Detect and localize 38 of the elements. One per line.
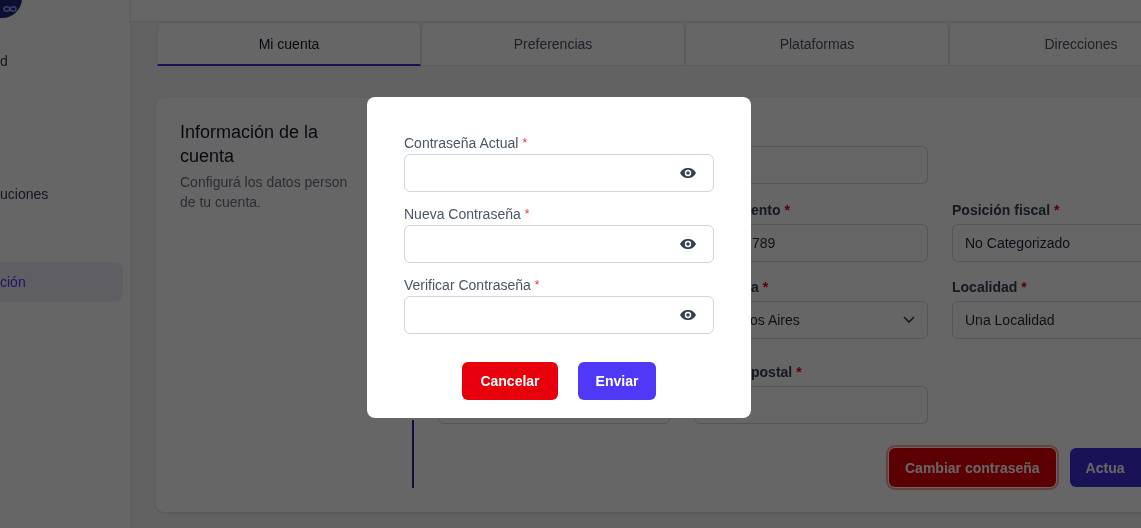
field-label: Verificar Contraseña [404,276,531,295]
tab[interactable]: Direcciones [949,22,1141,66]
field-label: Localidad [952,278,1018,297]
field-label: ento [751,201,781,220]
required-mark: * [1021,278,1027,297]
sidebar-item[interactable]: d [0,41,123,81]
required-mark: * [1054,201,1060,220]
required-mark: * [762,278,769,297]
field-label: a [751,278,759,297]
chevron-down-icon [903,316,915,324]
change-password-button[interactable]: Cambiar contraseña [889,448,1056,487]
field-label: Posición fiscal [952,201,1051,220]
required-mark: * [534,277,540,293]
card-description: Configurá los datos person de tu cuenta. [180,173,349,212]
sidebar-item[interactable]: uciones [0,174,123,214]
field-label: postal [751,363,793,382]
eye-icon[interactable] [679,309,697,321]
card-title: Información de la cuenta [180,121,320,168]
tab[interactable]: Preferencias [421,22,685,66]
required-mark: * [524,206,530,222]
field-label: Nueva Contraseña [404,205,521,224]
input-field[interactable]: No Categorizado [952,224,1141,262]
update-button[interactable]: Actua [1069,448,1141,487]
cancel-button[interactable]: Cancelar [462,362,558,400]
required-mark: * [522,135,528,151]
eye-icon[interactable] [679,238,697,250]
field-label: Contraseña Actual [404,134,519,153]
password-field[interactable] [404,296,714,334]
input-field[interactable]: Una Localidad [952,301,1141,339]
sidebar-item[interactable]: ción [0,262,123,302]
password-field[interactable] [404,154,714,192]
password-field[interactable] [404,225,714,263]
submit-button[interactable]: Enviar [578,362,656,400]
eye-icon[interactable] [679,167,697,179]
required-mark: * [796,363,802,382]
required-mark: * [784,201,790,220]
tab[interactable]: Mi cuenta [157,22,421,66]
tab[interactable]: Plataformas [685,22,949,66]
